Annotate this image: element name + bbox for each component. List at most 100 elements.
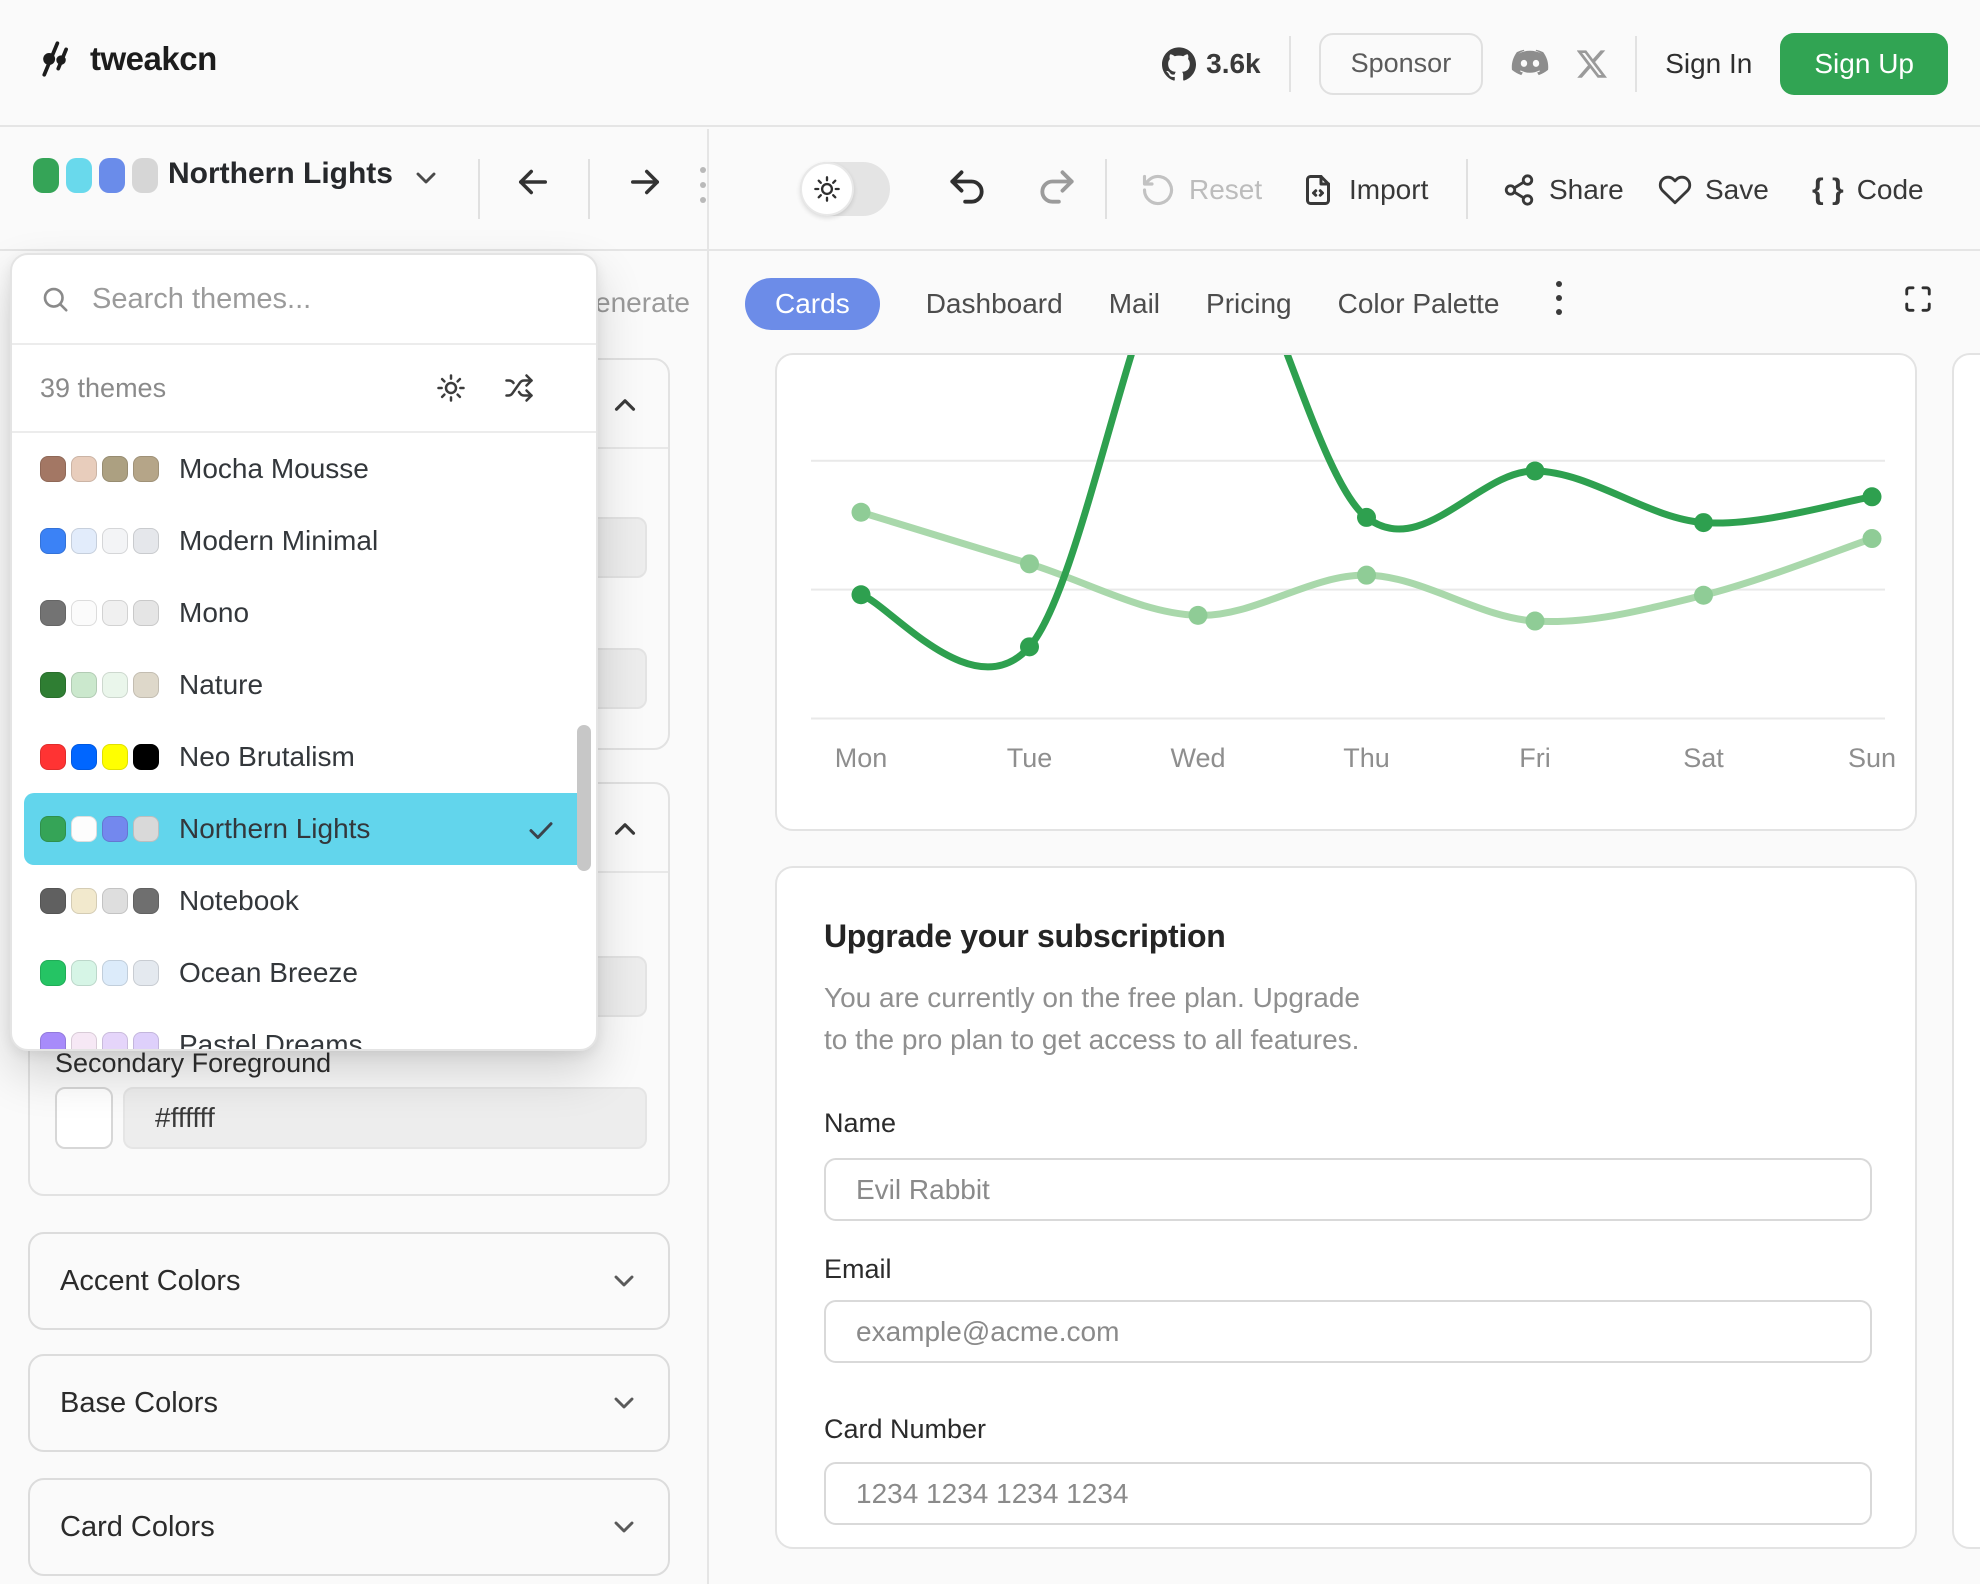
theme-option-pastel-dreams[interactable]: Pastel Dreams — [12, 1009, 596, 1051]
sun-icon — [800, 162, 854, 216]
svg-text:Sat: Sat — [1683, 743, 1724, 773]
editor-toolbar: Northern Lights Reset — [0, 129, 1980, 251]
subscription-description: You are currently on the free plan. Upgr… — [824, 977, 1868, 1061]
reset-icon — [1140, 172, 1176, 208]
exercise-chart-card: MonTueWedThuFriSatSun — [775, 353, 1917, 831]
preview-tabs: Cards Dashboard Mail Pricing Color Palette — [745, 278, 1500, 330]
theme-swatches — [40, 816, 159, 842]
section-accent-colors[interactable]: Accent Colors — [28, 1232, 670, 1330]
header-actions: 3.6k Sponsor Sign In Sign Up — [1162, 0, 1948, 127]
theme-swatch — [71, 960, 97, 986]
tab-pricing[interactable]: Pricing — [1206, 288, 1292, 320]
share-icon — [1502, 173, 1536, 207]
tab-dashboard[interactable]: Dashboard — [926, 288, 1063, 320]
email-input[interactable]: example@acme.com — [824, 1300, 1872, 1363]
theme-option-northern-lights[interactable]: Northern Lights — [24, 793, 588, 865]
tweakcn-logo-icon — [32, 38, 74, 80]
section-base-colors[interactable]: Base Colors — [28, 1354, 670, 1452]
theme-swatch — [40, 456, 66, 482]
theme-option-ocean-breeze[interactable]: Ocean Breeze — [12, 937, 596, 1009]
theme-list: Mocha MousseModern Minimal Mono NatureNeo … — [12, 433, 596, 1051]
theme-swatches — [40, 528, 159, 554]
theme-search[interactable]: Search themes... — [12, 255, 596, 345]
theme-dropdown-chevron-icon[interactable] — [410, 162, 442, 194]
theme-color-dots[interactable] — [33, 158, 158, 193]
theme-swatch — [102, 816, 128, 842]
discord-button[interactable] — [1511, 49, 1549, 79]
reset-button[interactable]: Reset — [1140, 129, 1262, 251]
save-label: Save — [1705, 174, 1769, 206]
theme-swatch — [102, 1032, 128, 1051]
light-mode-filter-button[interactable] — [436, 373, 466, 403]
theme-swatch — [102, 528, 128, 554]
theme-dropdown-panel: Search themes... 39 themes Mocha MousseM… — [10, 253, 598, 1051]
maximize-icon — [1903, 284, 1933, 314]
svg-text:Thu: Thu — [1343, 743, 1390, 773]
sign-up-button[interactable]: Sign Up — [1780, 33, 1948, 95]
theme-swatch — [71, 456, 97, 482]
check-icon — [526, 815, 556, 845]
theme-option-neo-brutalism[interactable]: Neo Brutalism — [12, 721, 596, 793]
sign-in-button[interactable]: Sign In — [1665, 48, 1752, 80]
code-button[interactable]: { } Code — [1812, 129, 1924, 251]
theme-swatch — [71, 600, 97, 626]
x-twitter-button[interactable] — [1577, 49, 1607, 79]
theme-swatches — [40, 672, 159, 698]
theme-option-notebook[interactable]: Notebook — [12, 865, 596, 937]
import-file-icon — [1300, 172, 1336, 208]
theme-option-modern-minimal[interactable]: Modern Minimal — [12, 505, 596, 577]
more-tabs-button[interactable] — [1556, 281, 1562, 315]
random-theme-button[interactable] — [504, 373, 534, 403]
undo-button[interactable] — [945, 165, 989, 209]
adjacent-card-edge — [1952, 353, 1980, 1549]
import-button[interactable]: Import — [1300, 129, 1428, 251]
tab-color-palette[interactable]: Color Palette — [1338, 288, 1500, 320]
github-star-count: 3.6k — [1206, 48, 1261, 80]
search-icon — [40, 284, 70, 314]
theme-option-label: Notebook — [179, 885, 299, 917]
theme-swatch — [133, 816, 159, 842]
redo-button[interactable] — [1035, 165, 1079, 209]
brand[interactable]: tweakcn — [32, 38, 217, 80]
tab-cards[interactable]: Cards — [745, 278, 880, 330]
theme-swatch — [133, 672, 159, 698]
theme-swatch — [102, 960, 128, 986]
theme-color-dot — [132, 158, 158, 193]
theme-option-mono[interactable]: Mono — [12, 577, 596, 649]
theme-option-label: Northern Lights — [179, 813, 370, 845]
toolbar-divider — [588, 159, 590, 219]
name-input[interactable]: Evil Rabbit — [824, 1158, 1872, 1221]
dropdown-scrollbar-thumb[interactable] — [577, 725, 591, 871]
theme-swatch — [71, 816, 97, 842]
share-label: Share — [1549, 174, 1624, 206]
light-dark-toggle[interactable] — [800, 162, 890, 216]
panel-resize-handle[interactable] — [700, 167, 706, 203]
chevron-up-icon — [608, 812, 642, 846]
chevron-up-icon — [608, 388, 642, 422]
secondary-foreground-hex-input[interactable]: #ffffff — [123, 1087, 647, 1149]
heart-icon — [1658, 173, 1692, 207]
section-card-colors[interactable]: Card Colors — [28, 1478, 670, 1576]
share-button[interactable]: Share — [1502, 129, 1624, 251]
svg-text:Mon: Mon — [835, 743, 888, 773]
github-stars-button[interactable]: 3.6k — [1162, 47, 1261, 81]
theme-option-nature[interactable]: Nature — [12, 649, 596, 721]
tweakcn-app: tweakcn 3.6k Sponsor Sign I — [0, 0, 1980, 1584]
theme-option-label: Mono — [179, 597, 249, 629]
theme-swatch — [71, 888, 97, 914]
tab-mail[interactable]: Mail — [1109, 288, 1160, 320]
card-number-input[interactable]: 1234 1234 1234 1234 — [824, 1462, 1872, 1525]
secondary-foreground-swatch[interactable] — [55, 1087, 113, 1149]
sponsor-button[interactable]: Sponsor — [1319, 33, 1484, 95]
header-divider — [1289, 36, 1291, 92]
secondary-foreground-label: Secondary Foreground — [55, 1048, 331, 1079]
next-theme-button[interactable] — [624, 161, 666, 203]
email-label: Email — [824, 1254, 892, 1285]
header-divider — [1635, 36, 1637, 92]
previous-theme-button[interactable] — [512, 161, 554, 203]
theme-swatch — [102, 672, 128, 698]
theme-swatch — [40, 1032, 66, 1051]
fullscreen-button[interactable] — [1903, 284, 1933, 314]
save-button[interactable]: Save — [1658, 129, 1769, 251]
theme-option-mocha-mousse[interactable]: Mocha Mousse — [12, 433, 596, 505]
